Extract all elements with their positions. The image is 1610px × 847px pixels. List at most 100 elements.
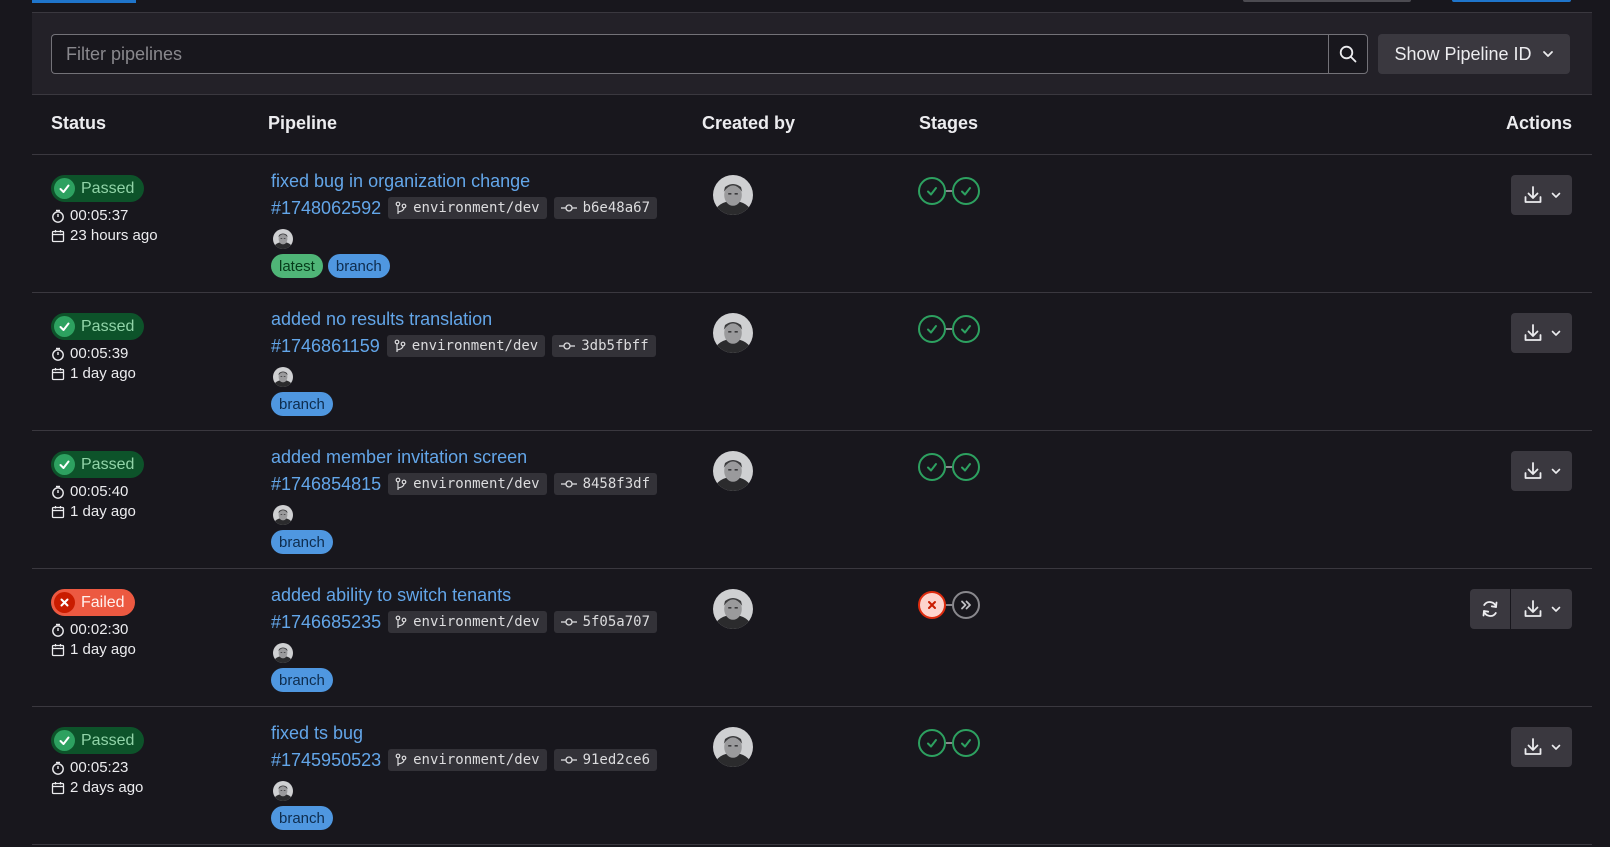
pipeline-commit-title[interactable]: fixed ts bug — [271, 723, 363, 744]
pipeline-id-link[interactable]: #1746854815 — [271, 474, 381, 495]
check-icon — [59, 736, 70, 745]
commit-author-avatar[interactable] — [273, 643, 293, 663]
commit-author-avatar[interactable] — [273, 367, 293, 387]
chevron-down-icon — [1551, 192, 1560, 198]
commit-sha-chip[interactable]: b6e48a67 — [553, 197, 657, 219]
created-value: 1 day ago — [70, 503, 136, 520]
download-artifacts-dropdown[interactable] — [1511, 175, 1572, 215]
status-badge-passed[interactable]: Passed — [51, 451, 145, 478]
stage-success-button[interactable] — [952, 177, 980, 205]
status-badge-failed[interactable]: Failed — [51, 589, 135, 616]
pipeline-id-link[interactable]: #1746685235 — [271, 612, 381, 633]
pipeline-id-link[interactable]: #1745950523 — [271, 750, 381, 771]
creator-avatar[interactable] — [713, 451, 753, 491]
download-icon — [1524, 186, 1541, 203]
top-button-edge[interactable] — [1243, 0, 1411, 2]
creator-avatar[interactable] — [713, 175, 753, 215]
table-row: Passed 00:05:40 1 day ago added member invi… — [32, 431, 1592, 569]
column-header-stages: Stages — [919, 113, 979, 133]
commit-sha-chip[interactable]: 3db5fbff — [552, 335, 656, 357]
table-row: Passed 00:05:23 2 days ago fixed ts bug #174… — [32, 707, 1592, 845]
creator-avatar[interactable] — [713, 313, 753, 353]
pipeline-commit-title[interactable]: added ability to switch tenants — [271, 585, 511, 606]
status-badge-passed[interactable]: Passed — [51, 727, 145, 754]
branch-ref-chip[interactable]: environment/dev — [388, 473, 547, 495]
download-artifacts-dropdown[interactable] — [1511, 313, 1572, 353]
created-time: 23 hours ago — [51, 227, 158, 244]
calendar-icon — [51, 505, 65, 518]
creator-avatar[interactable] — [713, 589, 753, 629]
stage-success-button[interactable] — [918, 729, 946, 757]
avatar-image — [273, 229, 293, 249]
chevron-down-icon — [1551, 330, 1560, 336]
pipeline-commit-title[interactable]: fixed bug in organization change — [271, 171, 530, 192]
avatar-image — [713, 589, 753, 629]
stage-skipped-button[interactable] — [952, 591, 980, 619]
retry-icon — [1482, 601, 1498, 617]
stage-failed-button[interactable] — [918, 591, 946, 619]
status-badge-passed[interactable]: Passed — [51, 313, 145, 340]
status-badge-passed[interactable]: Passed — [51, 175, 145, 202]
branch-ref-text: environment/dev — [413, 752, 540, 768]
check-icon — [927, 739, 937, 748]
pipeline-id-link[interactable]: #1746861159 — [271, 336, 380, 357]
stage-success-button[interactable] — [952, 729, 980, 757]
download-artifacts-dropdown[interactable] — [1511, 451, 1572, 491]
branch-label: branch — [327, 254, 390, 278]
download-artifacts-dropdown[interactable] — [1511, 727, 1572, 767]
download-artifacts-dropdown[interactable] — [1511, 589, 1572, 629]
branch-icon — [395, 201, 407, 214]
check-icon — [961, 187, 971, 196]
commit-author-avatar[interactable] — [273, 781, 293, 801]
branch-icon — [395, 753, 407, 766]
pipeline-commit-title[interactable]: added no results translation — [271, 309, 492, 330]
top-primary-button-edge[interactable] — [1452, 0, 1571, 2]
branch-ref-chip[interactable]: environment/dev — [388, 749, 547, 771]
check-icon — [961, 739, 971, 748]
column-header-actions: Actions — [1505, 113, 1572, 133]
branch-ref-chip[interactable]: environment/dev — [386, 335, 546, 357]
stage-success-button[interactable] — [918, 315, 946, 343]
pipeline-labels: branch — [271, 806, 333, 830]
branch-ref-text: environment/dev — [413, 614, 540, 630]
stage-success-button[interactable] — [918, 453, 946, 481]
search-button[interactable] — [1328, 34, 1368, 74]
branch-icon — [395, 615, 407, 628]
pipeline-id-link[interactable]: #1748062592 — [271, 198, 381, 219]
created-time: 2 days ago — [51, 779, 143, 796]
stage-success-button[interactable] — [918, 177, 946, 205]
pipeline-stages — [918, 453, 980, 481]
branch-icon — [395, 477, 407, 490]
filter-bar: Show Pipeline ID — [32, 13, 1592, 95]
commit-icon — [560, 480, 577, 488]
commit-sha-chip[interactable]: 8458f3df — [553, 473, 657, 495]
branch-ref-chip[interactable]: environment/dev — [388, 611, 547, 633]
show-pipeline-id-dropdown[interactable]: Show Pipeline ID — [1378, 34, 1570, 74]
retry-button[interactable] — [1470, 589, 1510, 629]
created-time: 1 day ago — [51, 365, 136, 382]
creator-avatar[interactable] — [713, 727, 753, 767]
duration-value: 00:05:37 — [70, 207, 129, 224]
filter-pipelines-input[interactable] — [51, 34, 1328, 74]
check-icon — [961, 463, 971, 472]
commit-sha-chip[interactable]: 91ed2ce6 — [553, 749, 657, 771]
check-circle-icon — [54, 454, 75, 475]
pipeline-labels: branch — [271, 668, 333, 692]
avatar-image — [713, 313, 753, 353]
created-value: 1 day ago — [70, 641, 136, 658]
branch-ref-text: environment/dev — [413, 476, 540, 492]
commit-author-avatar[interactable] — [273, 505, 293, 525]
pipeline-commit-title[interactable]: added member invitation screen — [271, 447, 527, 468]
pipeline-stages — [918, 315, 980, 343]
table-row: Passed 00:05:39 1 day ago added no results … — [32, 293, 1592, 431]
timer-icon — [52, 485, 64, 499]
stage-success-button[interactable] — [952, 453, 980, 481]
commit-sha-chip[interactable]: 5f05a707 — [553, 611, 657, 633]
check-icon — [961, 325, 971, 334]
stage-success-button[interactable] — [952, 315, 980, 343]
branch-ref-chip[interactable]: environment/dev — [388, 197, 547, 219]
duration-value: 00:02:30 — [70, 621, 129, 638]
table-row: Failed 00:02:30 1 day ago added ability to … — [32, 569, 1592, 707]
table-header: Status Pipeline Created by Stages Action… — [32, 95, 1592, 155]
commit-author-avatar[interactable] — [273, 229, 293, 249]
